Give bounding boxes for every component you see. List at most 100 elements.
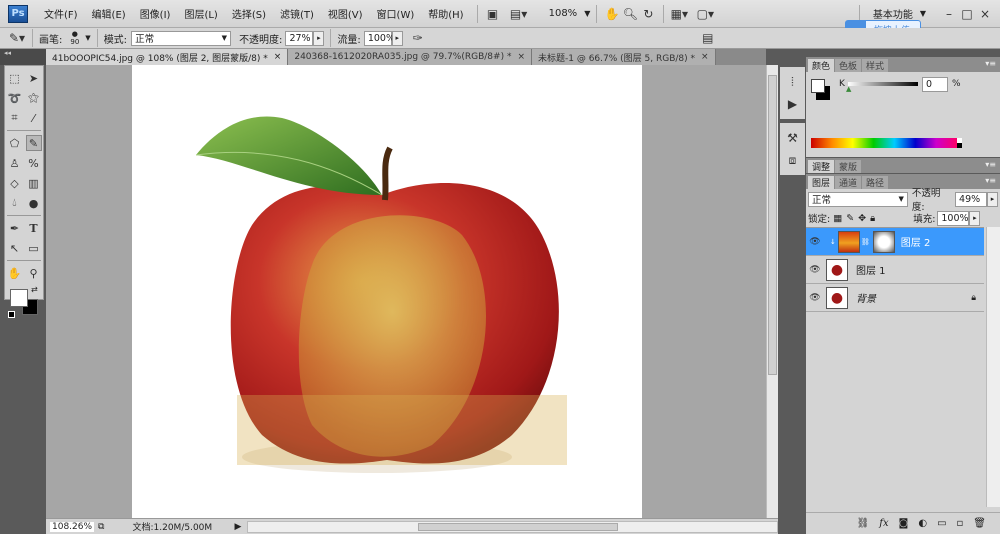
chevron-down-icon[interactable]: ▼ xyxy=(85,34,90,42)
scroll-thumb[interactable] xyxy=(418,522,619,531)
tool-presets-icon[interactable]: ⚒ xyxy=(780,127,805,149)
eraser-icon[interactable]: ◇ xyxy=(7,175,23,191)
adjustment-layer-icon[interactable]: ◐ xyxy=(918,518,927,529)
lock-pixels-icon[interactable]: ✎ xyxy=(846,213,854,224)
flow-input[interactable]: 100% xyxy=(363,30,395,46)
layer-style-icon[interactable]: fx xyxy=(879,518,888,529)
swap-colors-icon[interactable]: ⇄ xyxy=(31,285,38,294)
close-tab-icon[interactable]: × xyxy=(701,52,709,62)
menu-window[interactable]: 窗口(W) xyxy=(370,6,422,21)
arrange-documents-icon[interactable]: ▦▾ xyxy=(670,5,688,23)
tab-paths[interactable]: 路径 xyxy=(862,176,889,189)
fill-slider-button[interactable]: ▸ xyxy=(969,210,981,226)
color-spectrum-bar[interactable] xyxy=(811,138,957,148)
marquee-tool-icon[interactable]: ⬚ xyxy=(7,70,23,86)
tab-layers[interactable]: 图层 xyxy=(808,176,835,189)
new-group-icon[interactable]: ▭ xyxy=(937,518,946,529)
slider-handle[interactable]: ▲ xyxy=(846,85,851,93)
menu-view[interactable]: 视图(V) xyxy=(321,6,370,21)
menu-layer[interactable]: 图层(L) xyxy=(177,6,224,21)
zoom-tool-icon[interactable]: 🔍︎ xyxy=(621,5,639,23)
history-brush-icon[interactable]: % xyxy=(26,155,42,171)
mask-link-icon[interactable]: ⛓ xyxy=(861,238,870,246)
opacity-input[interactable]: 27% xyxy=(285,30,314,46)
layer-row-layer-1[interactable]: 👁︎ ● 图层 1 xyxy=(806,256,984,284)
layer-mask-thumbnail[interactable] xyxy=(872,230,895,253)
zoom-tool-icon[interactable]: ⚲ xyxy=(26,265,42,281)
blur-tool-icon[interactable]: 💧︎ xyxy=(7,195,23,211)
layer-opacity-input[interactable]: 49% xyxy=(955,191,988,207)
opacity-slider-button[interactable]: ▸ xyxy=(313,30,325,46)
panel-menu-icon[interactable]: ▾≡ xyxy=(985,176,996,185)
delete-layer-icon[interactable]: 🗑︎ xyxy=(973,518,986,529)
tab-document-2[interactable]: 240368-1612020RA035.jpg @ 79.7%(RGB/8#) … xyxy=(288,49,532,65)
foreground-color-swatch[interactable] xyxy=(10,289,28,307)
path-selection-icon[interactable]: ↖ xyxy=(7,240,23,256)
tab-document-1[interactable]: 41bOOOPIC54.jpg @ 108% (图层 2, 图层蒙版/8) * × xyxy=(46,49,289,65)
zoom-level-dropdown[interactable]: 108% xyxy=(542,8,585,19)
toolbox-collapse-handle[interactable]: ◂◂ xyxy=(0,49,46,65)
menu-filter[interactable]: 滤镜(T) xyxy=(273,6,321,21)
brush-tool-preset-icon[interactable]: ✎▾ xyxy=(8,29,26,47)
zoom-status[interactable]: 108.26% xyxy=(50,521,95,532)
bridge-icon[interactable]: ▣ xyxy=(484,5,502,23)
lasso-tool-icon[interactable]: ➰ xyxy=(7,90,23,106)
tab-swatches[interactable]: 色板 xyxy=(835,59,862,72)
k-value-input[interactable]: 0 xyxy=(922,77,948,92)
pen-tool-icon[interactable]: ✒ xyxy=(7,220,23,236)
hand-tool-icon[interactable]: ✋ xyxy=(603,5,621,23)
panel-menu-icon[interactable]: ▾≡ xyxy=(985,160,996,169)
flow-slider-button[interactable]: ▸ xyxy=(391,30,403,46)
visibility-eye-icon[interactable]: 👁︎ xyxy=(806,293,824,303)
rotate-view-icon[interactable]: ↻ xyxy=(639,5,657,23)
add-mask-icon[interactable]: ◙ xyxy=(899,518,909,529)
healing-brush-icon[interactable]: ⬠ xyxy=(7,135,23,151)
close-tab-icon[interactable]: × xyxy=(274,52,282,62)
layer-row-background[interactable]: 👁︎ ● 背景 🔒︎ xyxy=(806,284,984,312)
eyedropper-icon[interactable]: ⁄ xyxy=(26,110,42,126)
close-icon[interactable]: × xyxy=(976,5,994,23)
fill-input[interactable]: 100% xyxy=(937,210,970,226)
tab-adjustments[interactable]: 调整 xyxy=(808,160,835,173)
hand-tool-icon[interactable]: ✋ xyxy=(7,265,23,281)
document-canvas[interactable] xyxy=(132,65,642,518)
move-tool-icon[interactable]: ➤ xyxy=(26,70,42,86)
view-extras-icon[interactable]: ▤▾ xyxy=(510,5,528,23)
visibility-eye-icon[interactable]: 👁︎ xyxy=(806,237,824,247)
export-icon[interactable]: ⧉ xyxy=(98,522,104,532)
brush-picker[interactable]: ● 90 xyxy=(70,30,79,46)
menu-help[interactable]: 帮助(H) xyxy=(421,6,470,21)
gradient-tool-icon[interactable]: ▥ xyxy=(26,175,42,191)
default-colors-icon[interactable] xyxy=(8,311,15,318)
panel-menu-icon[interactable]: ▾≡ xyxy=(985,59,996,68)
layer-row-layer-2[interactable]: 👁︎ ↓ ⛓ 图层 2 xyxy=(806,228,984,256)
visibility-eye-icon[interactable]: 👁︎ xyxy=(806,265,824,275)
blend-mode-select[interactable]: 正常 ▼ xyxy=(808,191,908,207)
link-layers-icon[interactable]: ⛓ xyxy=(857,518,870,529)
magic-wand-icon[interactable]: ⚝ xyxy=(26,90,42,106)
maximize-icon[interactable]: □ xyxy=(958,5,976,23)
tab-styles[interactable]: 样式 xyxy=(862,59,889,72)
workspace-dropdown[interactable]: 基本功能 xyxy=(866,6,920,21)
clone-stamp-icon[interactable]: ♙ xyxy=(7,155,23,171)
airbrush-icon[interactable]: ✑ xyxy=(409,29,427,47)
close-tab-icon[interactable]: × xyxy=(517,52,525,62)
new-layer-icon[interactable]: ▫ xyxy=(957,518,964,529)
tab-document-3[interactable]: 未标题-1 @ 66.7% (图层 5, RGB/8) * × xyxy=(532,49,716,65)
foreground-color-swatch[interactable] xyxy=(811,79,825,93)
screen-mode-icon[interactable]: ▢▾ xyxy=(696,5,714,23)
tab-masks[interactable]: 蒙版 xyxy=(835,160,862,173)
lock-transparency-icon[interactable]: ▦ xyxy=(833,213,842,224)
k-slider[interactable] xyxy=(848,82,918,86)
menu-select[interactable]: 选择(S) xyxy=(225,6,273,21)
status-menu-arrow[interactable]: ▶ xyxy=(234,522,241,532)
panel-toggle-icon[interactable]: ▤ xyxy=(699,29,717,47)
type-tool-icon[interactable]: T xyxy=(26,220,42,236)
menu-edit[interactable]: 编辑(E) xyxy=(85,6,133,21)
crop-tool-icon[interactable]: ⌗ xyxy=(7,110,23,126)
tab-channels[interactable]: 通道 xyxy=(835,176,862,189)
menu-image[interactable]: 图像(I) xyxy=(133,6,178,21)
tab-color[interactable]: 颜色 xyxy=(808,59,835,72)
horizontal-scrollbar[interactable] xyxy=(247,520,778,533)
history-panel-icon[interactable]: ⦙ xyxy=(780,71,805,93)
